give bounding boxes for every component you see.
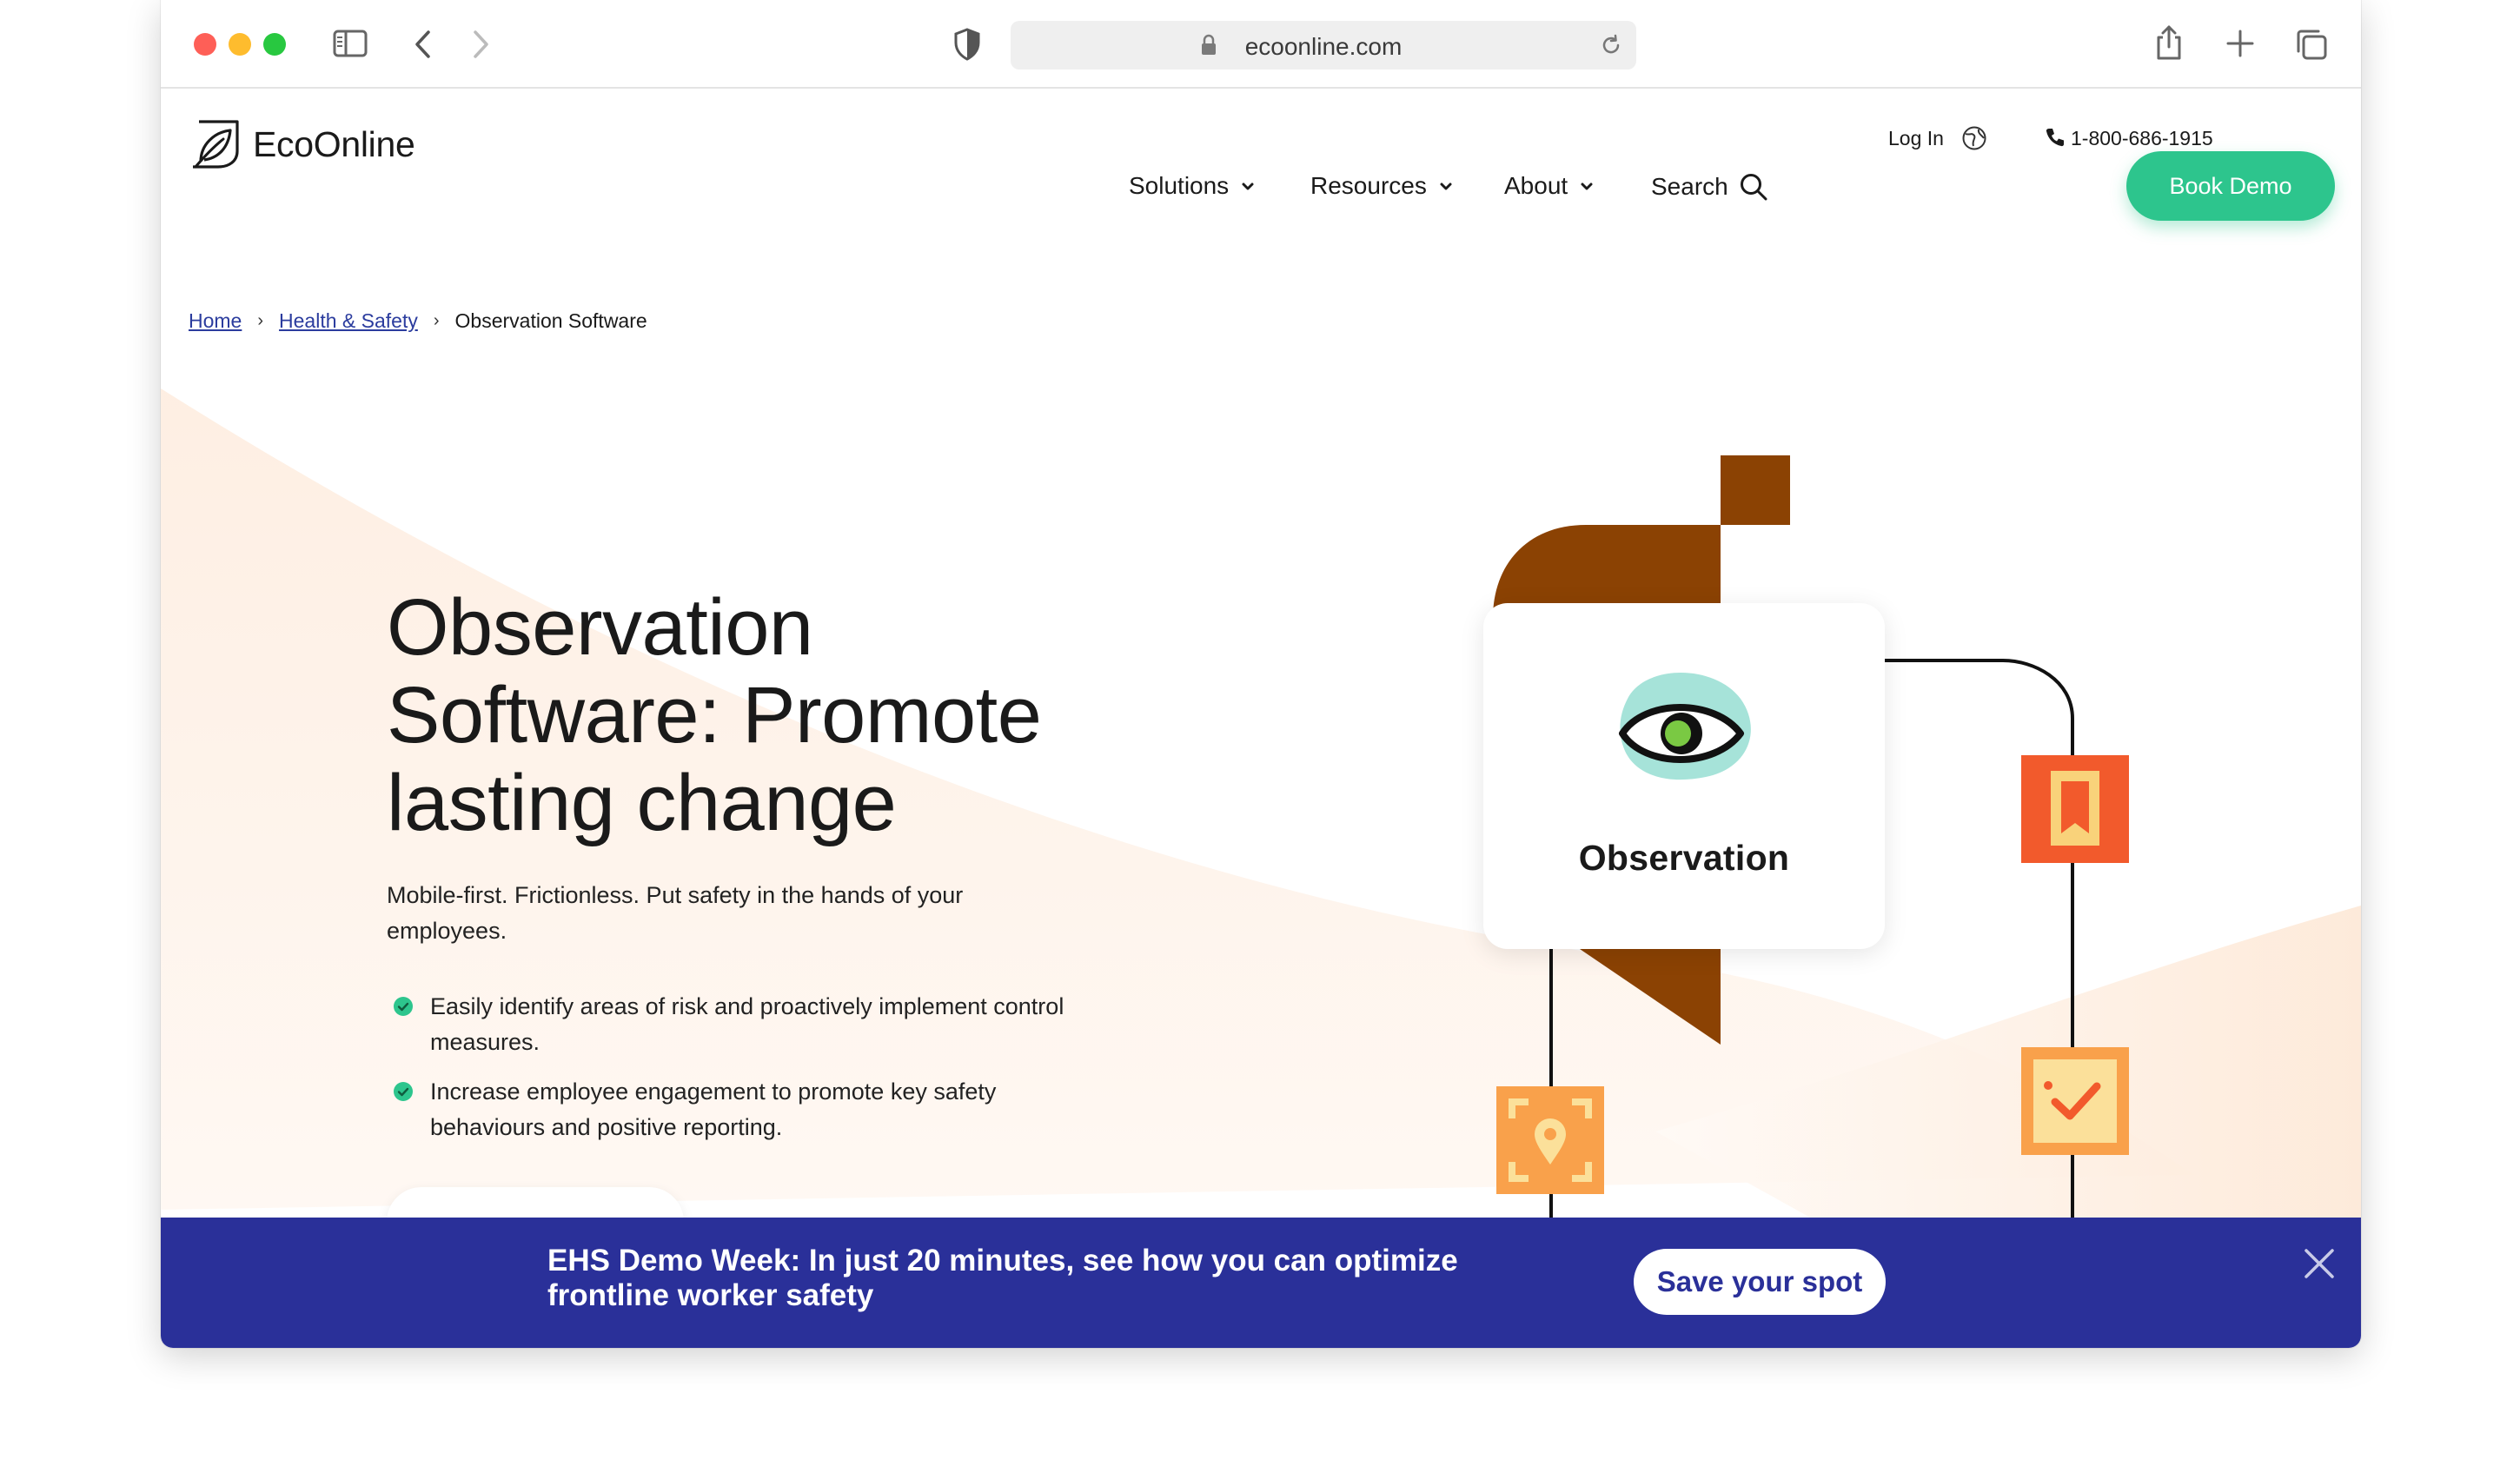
feature-text: Increase employee engagement to promote … <box>430 1078 997 1140</box>
breadcrumb-separator-icon: › <box>433 311 440 330</box>
breadcrumb: Home › Health & Safety › Observation Sof… <box>189 309 647 333</box>
observation-label: Observation <box>1578 838 1790 878</box>
back-icon[interactable] <box>413 30 434 59</box>
ecoonline-logo[interactable]: EcoOnline <box>189 118 415 170</box>
title-line-1: Observation <box>387 583 813 672</box>
tab-overview-icon[interactable] <box>2295 28 2328 61</box>
observation-card: Observation <box>1483 603 1885 949</box>
title-line-2: Software: Promote <box>387 671 1042 760</box>
banner-text: EHS Demo Week: In just 20 minutes, see h… <box>547 1244 1458 1312</box>
nav-resources[interactable]: Resources <box>1310 172 1453 200</box>
nav-about[interactable]: About <box>1504 172 1594 200</box>
breadcrumb-separator-icon: › <box>257 311 264 330</box>
promo-banner: EHS Demo Week: In just 20 minutes, see h… <box>161 1218 2361 1348</box>
breadcrumb-health-safety[interactable]: Health & Safety <box>279 309 418 333</box>
save-your-spot-button[interactable]: Save your spot <box>1634 1249 1886 1315</box>
eye-icon <box>1619 673 1751 780</box>
nav-solutions[interactable]: Solutions <box>1129 172 1255 200</box>
reload-icon[interactable] <box>1600 34 1622 61</box>
page-title: Observation Software: Promote lasting ch… <box>387 584 1169 847</box>
sidebar-toggle-icon[interactable] <box>333 30 368 57</box>
new-tab-icon[interactable] <box>2225 29 2255 58</box>
nav-search[interactable]: Search <box>1651 172 1768 202</box>
close-icon[interactable] <box>2303 1247 2336 1284</box>
address-bar[interactable]: ecoonline.com <box>1011 21 1636 70</box>
login-label: Log In <box>1888 127 1944 149</box>
check-circle-icon <box>394 997 413 1016</box>
web-page: EcoOnline Log In 1-800-686-1915 Solution… <box>161 89 2361 1348</box>
minimize-window-button[interactable] <box>229 33 251 56</box>
chevron-down-icon <box>1242 182 1254 190</box>
check-circle-icon <box>394 1082 413 1101</box>
list-item: Increase employee engagement to promote … <box>394 1074 1106 1145</box>
book-demo-button[interactable]: Book Demo <box>2126 151 2335 221</box>
nav-search-label: Search <box>1651 173 1728 200</box>
list-item: Easily identify areas of risk and proact… <box>394 989 1106 1060</box>
close-window-button[interactable] <box>194 33 216 56</box>
logo-text: EcoOnline <box>253 123 415 164</box>
browser-window: ecoonline.com EcoOnline Log In 1-800-686… <box>161 0 2361 1348</box>
globe-icon[interactable] <box>1961 125 1987 151</box>
share-icon[interactable] <box>2154 24 2184 61</box>
search-icon <box>1740 174 1767 201</box>
maximize-window-button[interactable] <box>263 33 286 56</box>
breadcrumb-current: Observation Software <box>454 309 647 332</box>
browser-toolbar: ecoonline.com <box>161 0 2361 89</box>
nav-about-label: About <box>1504 172 1568 199</box>
privacy-shield-icon[interactable] <box>953 28 981 61</box>
feature-text: Easily identify areas of risk and proact… <box>430 993 1064 1055</box>
forward-icon[interactable] <box>470 30 491 59</box>
nav-solutions-label: Solutions <box>1129 172 1230 199</box>
url-text: ecoonline.com <box>1244 33 1403 60</box>
breadcrumb-home[interactable]: Home <box>189 309 242 333</box>
phone-number[interactable]: 1-800-686-1915 <box>2071 127 2213 150</box>
feature-list: Easily identify areas of risk and proact… <box>394 989 1106 1159</box>
hero-subtitle: Mobile-first. Frictionless. Put safety i… <box>387 882 964 944</box>
leaf-logo-icon <box>193 120 239 169</box>
title-line-3: lasting change <box>387 759 897 847</box>
chevron-down-icon <box>1581 182 1593 190</box>
phone-icon <box>2045 127 2066 148</box>
chevron-down-icon <box>1440 182 1452 190</box>
login-link[interactable]: Log In <box>1888 127 1944 150</box>
nav-resources-label: Resources <box>1310 172 1427 199</box>
